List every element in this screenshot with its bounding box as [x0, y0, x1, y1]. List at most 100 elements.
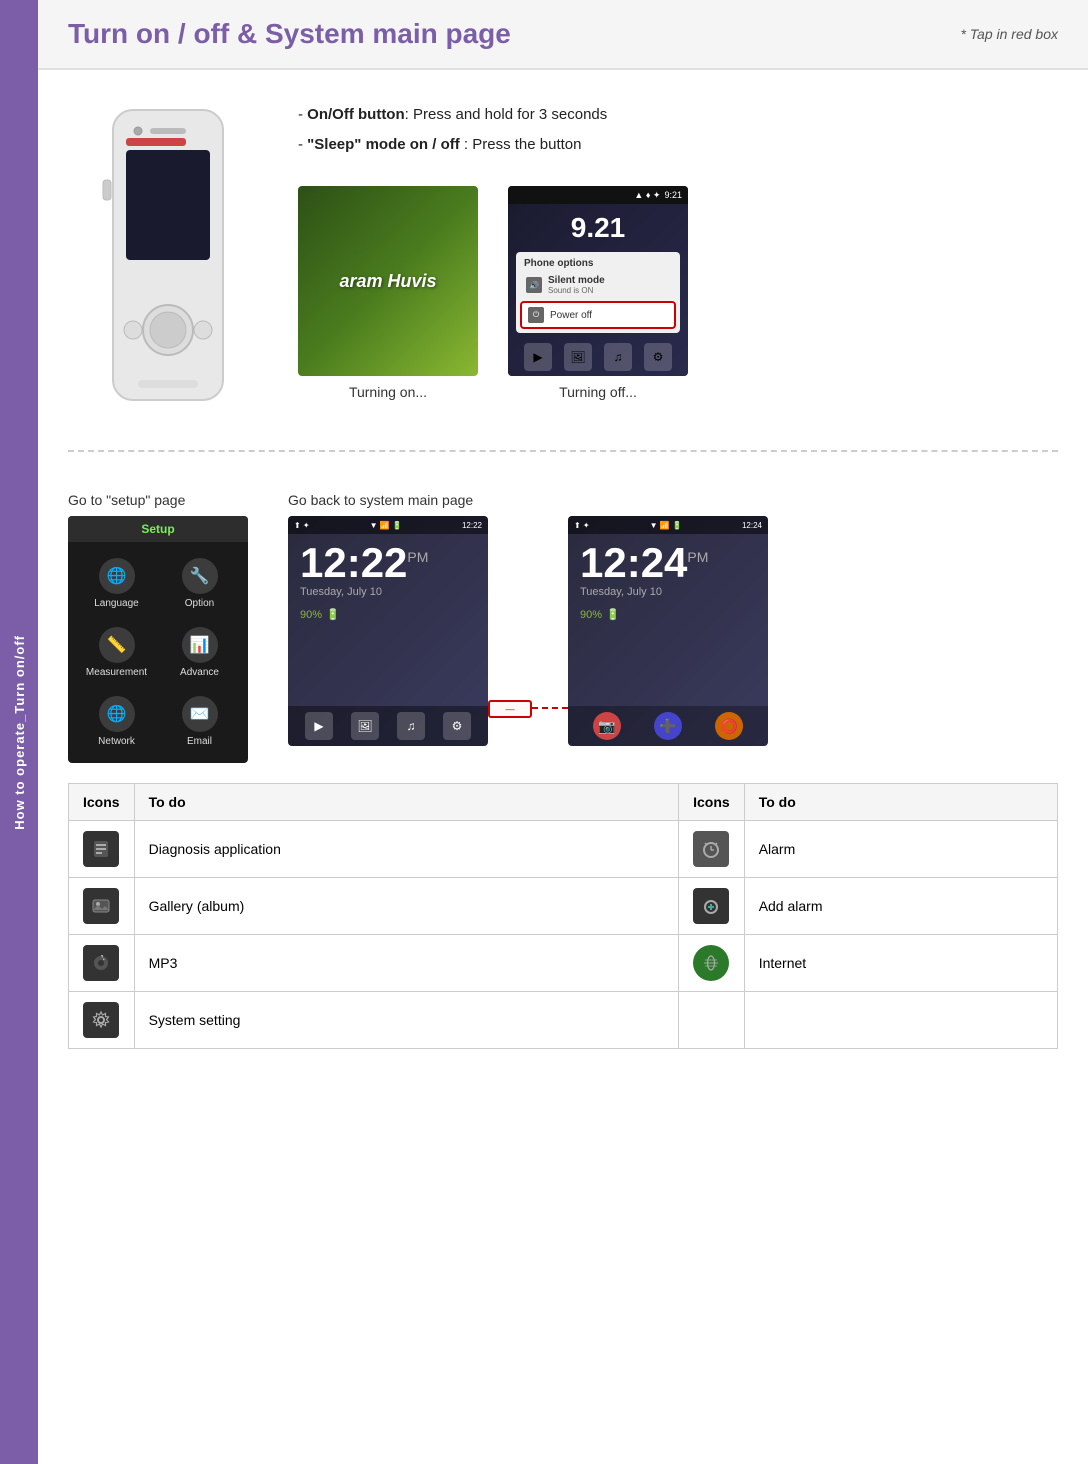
aram-huvis-screen: aram Huvis — [298, 186, 478, 376]
silent-label: Silent mode — [548, 275, 605, 286]
col-icons-2: Icons — [679, 784, 745, 821]
gallery-btn-1[interactable]: 🖼 — [351, 712, 379, 740]
status-signal-2: ▼ 📶 🔋 — [650, 521, 682, 530]
power-off-item: ⏻ Power off — [520, 301, 676, 329]
icon-add-alarm-cell — [679, 878, 745, 935]
setup-option[interactable]: 🔧 Option — [159, 550, 240, 617]
turning-off-screen: ▲ ♦ ✦ 9:21 9.21 Phone options 🔊 Silent m… — [508, 186, 688, 376]
alarm-desc: Alarm — [744, 821, 1057, 878]
turning-on-screen: aram Huvis — [298, 186, 478, 376]
network-label: Network — [98, 736, 135, 747]
mp3-icon — [83, 945, 119, 981]
table-row: Diagnosis application Alarm — [69, 821, 1058, 878]
right-panel: - On/Off button: Press and hold for 3 se… — [298, 100, 1058, 400]
pm-label-2: PM — [687, 549, 708, 565]
setup-network[interactable]: 🌐 Network — [76, 688, 157, 755]
dotted-line — [532, 707, 568, 709]
main-page-col: Go back to system main page ⬆ ✦ ▼ 📶 🔋 12… — [288, 492, 1058, 746]
turning-off-caption: Turning off... — [559, 384, 637, 400]
gear-btn-1[interactable]: ⚙ — [443, 712, 471, 740]
music-btn-1[interactable]: ♫ — [397, 712, 425, 740]
screens-with-connector: ⬆ ✦ ▼ 📶 🔋 12:22 12:22PM Tuesday, July 10… — [288, 516, 1058, 746]
icon-settings-cell — [69, 992, 135, 1049]
turning-off-item: ▲ ♦ ✦ 9:21 9.21 Phone options 🔊 Silent m… — [508, 186, 688, 400]
sleep-bold: "Sleep" mode on / off — [307, 136, 460, 153]
statusbar: ▲ ♦ ✦ 9:21 — [508, 186, 688, 204]
device-image — [68, 100, 268, 420]
turning-on-item: aram Huvis Turning on... — [298, 186, 478, 400]
gallery-icon: 🖼 — [564, 343, 592, 371]
silent-mode-text: Silent mode Sound is ON — [548, 275, 605, 295]
status-time-2: 12:24 — [742, 521, 762, 530]
alarm-icon — [693, 831, 729, 867]
on-off-bold: On/Off button — [307, 106, 404, 123]
connector-area: — — [488, 516, 568, 746]
option-icon: 🔧 — [182, 558, 218, 594]
power-off-screen: ▲ ♦ ✦ 9:21 9.21 Phone options 🔊 Silent m… — [508, 186, 688, 376]
setup-grid: 🌐 Language 🔧 Option 📏 Measurement � — [68, 542, 248, 763]
battery-icon-2: 🔋 — [606, 608, 620, 621]
gallery-table-icon — [83, 888, 119, 924]
dashed-separator — [68, 450, 1058, 452]
header: Turn on / off & System main page * Tap i… — [38, 0, 1088, 70]
phone-options-title: Phone options — [520, 256, 676, 271]
home-time-display-1: 12:22PM — [288, 534, 488, 584]
battery-icon-1: 🔋 — [326, 608, 340, 621]
status-time-1: 12:22 — [462, 521, 482, 530]
setup-title: Setup — [141, 522, 174, 536]
status-left-2: ⬆ ✦ — [574, 521, 590, 530]
power-icon: ⏻ — [528, 307, 544, 323]
home-bottom-bar-1: ▶ 🖼 ♫ ⚙ — [288, 706, 488, 746]
play-icon: ▶ — [524, 343, 552, 371]
play-btn-1[interactable]: ▶ — [305, 712, 333, 740]
battery-pct-1: 90% — [300, 609, 322, 621]
email-icon: ✉️ — [182, 696, 218, 732]
sound-on-label: Sound is ON — [548, 286, 605, 295]
sidebar: How to operate_Turn on/off — [0, 0, 38, 1464]
table-row: System setting — [69, 992, 1058, 1049]
settings-desc: System setting — [134, 992, 679, 1049]
icon-mp3-cell — [69, 935, 135, 992]
home-statusbar-1: ⬆ ✦ ▼ 📶 🔋 12:22 — [288, 516, 488, 534]
network-icon: 🌐 — [99, 696, 135, 732]
table-row: Gallery (album) Add alarm — [69, 878, 1058, 935]
language-icon: 🌐 — [99, 558, 135, 594]
home-date-1: Tuesday, July 10 — [288, 584, 488, 600]
setup-advance[interactable]: 📊 Advance — [159, 619, 240, 686]
setup-email[interactable]: ✉️ Email — [159, 688, 240, 755]
add-btn[interactable]: ➕ — [654, 712, 682, 740]
setup-label: Go to "setup" page — [68, 492, 248, 508]
device-svg — [78, 100, 258, 420]
advance-icon: 📊 — [182, 627, 218, 663]
home-bottom-bar-2: 📷 ➕ ⭕ — [568, 706, 768, 746]
status-icons: ▲ ♦ ✦ — [634, 190, 660, 201]
email-label: Email — [187, 736, 212, 747]
swipe-connector: — — [488, 700, 568, 718]
camera-btn[interactable]: 📷 — [593, 712, 621, 740]
add-alarm-icon — [693, 888, 729, 924]
icon-diag-cell — [69, 821, 135, 878]
col-icons-1: Icons — [69, 784, 135, 821]
measurement-label: Measurement — [86, 667, 147, 678]
screens-container: ⬆ ✦ ▼ 📶 🔋 12:22 12:22PM Tuesday, July 10… — [288, 516, 1058, 746]
col-todo-1: To do — [134, 784, 679, 821]
setup-screen: Setup 🌐 Language 🔧 Option 📏 — [68, 516, 248, 763]
big-time: 9.21 — [508, 204, 688, 248]
gear-icon: ⚙ — [644, 343, 672, 371]
home-statusbar-2: ⬆ ✦ ▼ 📶 🔋 12:24 — [568, 516, 768, 534]
setup-measurement[interactable]: 📏 Measurement — [76, 619, 157, 686]
status-left: ⬆ ✦ — [294, 521, 310, 530]
page-title: Turn on / off & System main page — [68, 18, 511, 50]
circle-btn[interactable]: ⭕ — [715, 712, 743, 740]
setup-language[interactable]: 🌐 Language — [76, 550, 157, 617]
home-date-2: Tuesday, July 10 — [568, 584, 768, 600]
settings-icon — [83, 1002, 119, 1038]
empty-desc — [744, 992, 1057, 1049]
swipe-box[interactable]: — — [488, 700, 532, 718]
silent-icon: 🔊 — [526, 277, 542, 293]
setup-titlebar: Setup — [68, 516, 248, 542]
icon-alarm-cell — [679, 821, 745, 878]
home-screen-1: ⬆ ✦ ▼ 📶 🔋 12:22 12:22PM Tuesday, July 10… — [288, 516, 488, 746]
battery-2: 90% 🔋 — [568, 600, 768, 629]
icon-gallery-cell — [69, 878, 135, 935]
